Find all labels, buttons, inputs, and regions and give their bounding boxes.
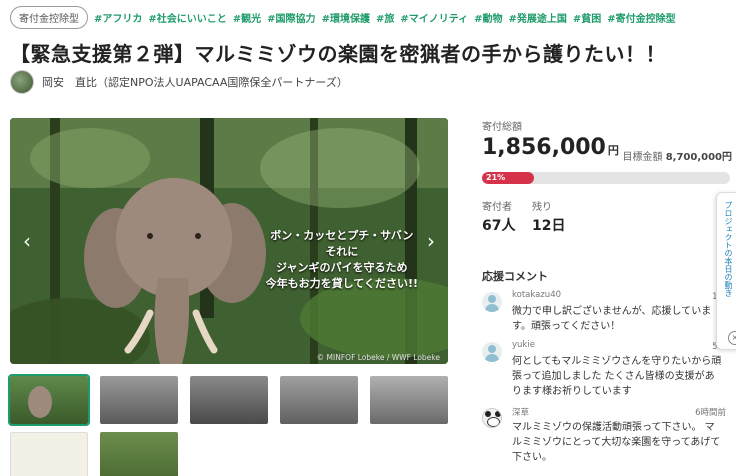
thumbnail-2[interactable] bbox=[100, 376, 178, 424]
funding-panel: 寄付総額 1,856,000 円 目標金額 8,700,000円 21% 寄付者 … bbox=[482, 118, 733, 234]
donors-stat: 寄付者 67人 bbox=[482, 198, 515, 235]
remaining-value: 12日 bbox=[532, 218, 566, 234]
project-title: 【緊急支援第２弾】マルミミゾウの楽園を密猟者の手から護りたい！！ bbox=[10, 42, 666, 66]
hero-image: ボン・カッセとプチ・サバン それに ジャンギのパイを守るため 今年もお力を貸して… bbox=[10, 118, 448, 364]
thumbnail-4[interactable] bbox=[280, 376, 358, 424]
thumbnail-1[interactable] bbox=[8, 374, 90, 426]
donors-value: 67人 bbox=[482, 218, 516, 234]
comment-body: 何としてもマルミミゾウさんを守りたいから頑 張って追加しました たくさん皆様の支… bbox=[512, 356, 722, 397]
raised-label: 寄付総額 bbox=[482, 122, 522, 133]
raised-amount: 1,856,000 bbox=[482, 135, 606, 160]
comments-heading: 応援コメント bbox=[482, 270, 548, 283]
donors-label: 寄付者 bbox=[482, 202, 512, 213]
tag-row: 寄付金控除型 #アフリカ #社会にいいこと #観光 #国際協力 #環境保護 #旅… bbox=[10, 6, 676, 29]
comment-body: 微力で申し訳ございませんが、応援していま す。頑張ってください！ bbox=[512, 306, 712, 332]
tag-link[interactable]: #発展途上国 bbox=[509, 10, 567, 25]
goal-label: 目標金額 bbox=[622, 152, 663, 163]
tag-link[interactable]: #アフリカ bbox=[94, 10, 142, 25]
author-avatar[interactable] bbox=[10, 70, 34, 94]
panda-avatar-icon[interactable] bbox=[482, 408, 502, 428]
user-avatar-icon[interactable] bbox=[482, 292, 502, 312]
goal-amount: 8,700,000円 bbox=[665, 152, 732, 163]
photo-credit: © MINFOF Lobeke / WWF Lobeke bbox=[316, 353, 440, 362]
comment-user[interactable]: 深草 bbox=[512, 406, 529, 418]
tag-link[interactable]: #観光 bbox=[233, 10, 261, 25]
remaining-label: 残り bbox=[532, 202, 552, 213]
author-row[interactable]: 岡安 直比（認定NPO法人UAPACAA国際保全パートナーズ） bbox=[10, 70, 348, 94]
carousel-prev-button[interactable]: ‹ bbox=[16, 228, 38, 254]
side-panel-text: プロジェクトの本日の動き bbox=[724, 201, 733, 297]
donation-type-badge[interactable]: 寄付金控除型 bbox=[10, 6, 88, 29]
hero-overlay-text: ボン・カッセとプチ・サバン それに ジャンギのパイを守るため 今年もお力を貸して… bbox=[265, 229, 418, 290]
chevron-right-icon: › bbox=[427, 229, 435, 253]
tag-link[interactable]: #旅 bbox=[376, 10, 394, 25]
chevron-left-icon: ‹ bbox=[23, 229, 31, 253]
goal-row: 目標金額 8,700,000円 bbox=[623, 148, 733, 163]
thumbnail-5[interactable] bbox=[370, 376, 448, 424]
currency-unit: 円 bbox=[607, 144, 619, 157]
thumbnail-7[interactable] bbox=[100, 432, 178, 476]
tag-link[interactable]: #マイノリティ bbox=[400, 10, 468, 25]
tag-link[interactable]: #貧困 bbox=[573, 10, 601, 25]
comment-time: 6時間前 bbox=[695, 408, 726, 418]
comment-user[interactable]: kotakazu40 bbox=[512, 290, 561, 300]
thumbnail-3[interactable] bbox=[190, 376, 268, 424]
author-name[interactable]: 岡安 直比（認定NPO法人UAPACAA国際保全パートナーズ） bbox=[42, 74, 348, 90]
tag-link[interactable]: #国際協力 bbox=[267, 10, 315, 25]
user-avatar-icon[interactable] bbox=[482, 342, 502, 362]
comment-user[interactable]: yukie bbox=[512, 340, 535, 350]
close-icon[interactable]: × bbox=[728, 331, 736, 345]
tag-link[interactable]: #動物 bbox=[474, 10, 502, 25]
tag-link[interactable]: #寄付金控除型 bbox=[607, 10, 675, 25]
progress-fill: 21% bbox=[482, 172, 535, 184]
carousel-next-button[interactable]: › bbox=[420, 228, 442, 254]
tag-link[interactable]: #環境保護 bbox=[322, 10, 370, 25]
tag-link[interactable]: #社会にいいこと bbox=[148, 10, 226, 25]
remaining-stat: 残り 12日 bbox=[532, 198, 565, 235]
thumbnail-6[interactable] bbox=[10, 432, 88, 476]
side-panel-tab[interactable]: プロジェクトの本日の動き × bbox=[716, 192, 736, 350]
comment-body: マルミミゾウの保護活動頑張って下さい。 マ ルミミゾウにとって大切な楽園を守って… bbox=[512, 422, 721, 463]
progress-bar: 21% bbox=[482, 172, 730, 184]
